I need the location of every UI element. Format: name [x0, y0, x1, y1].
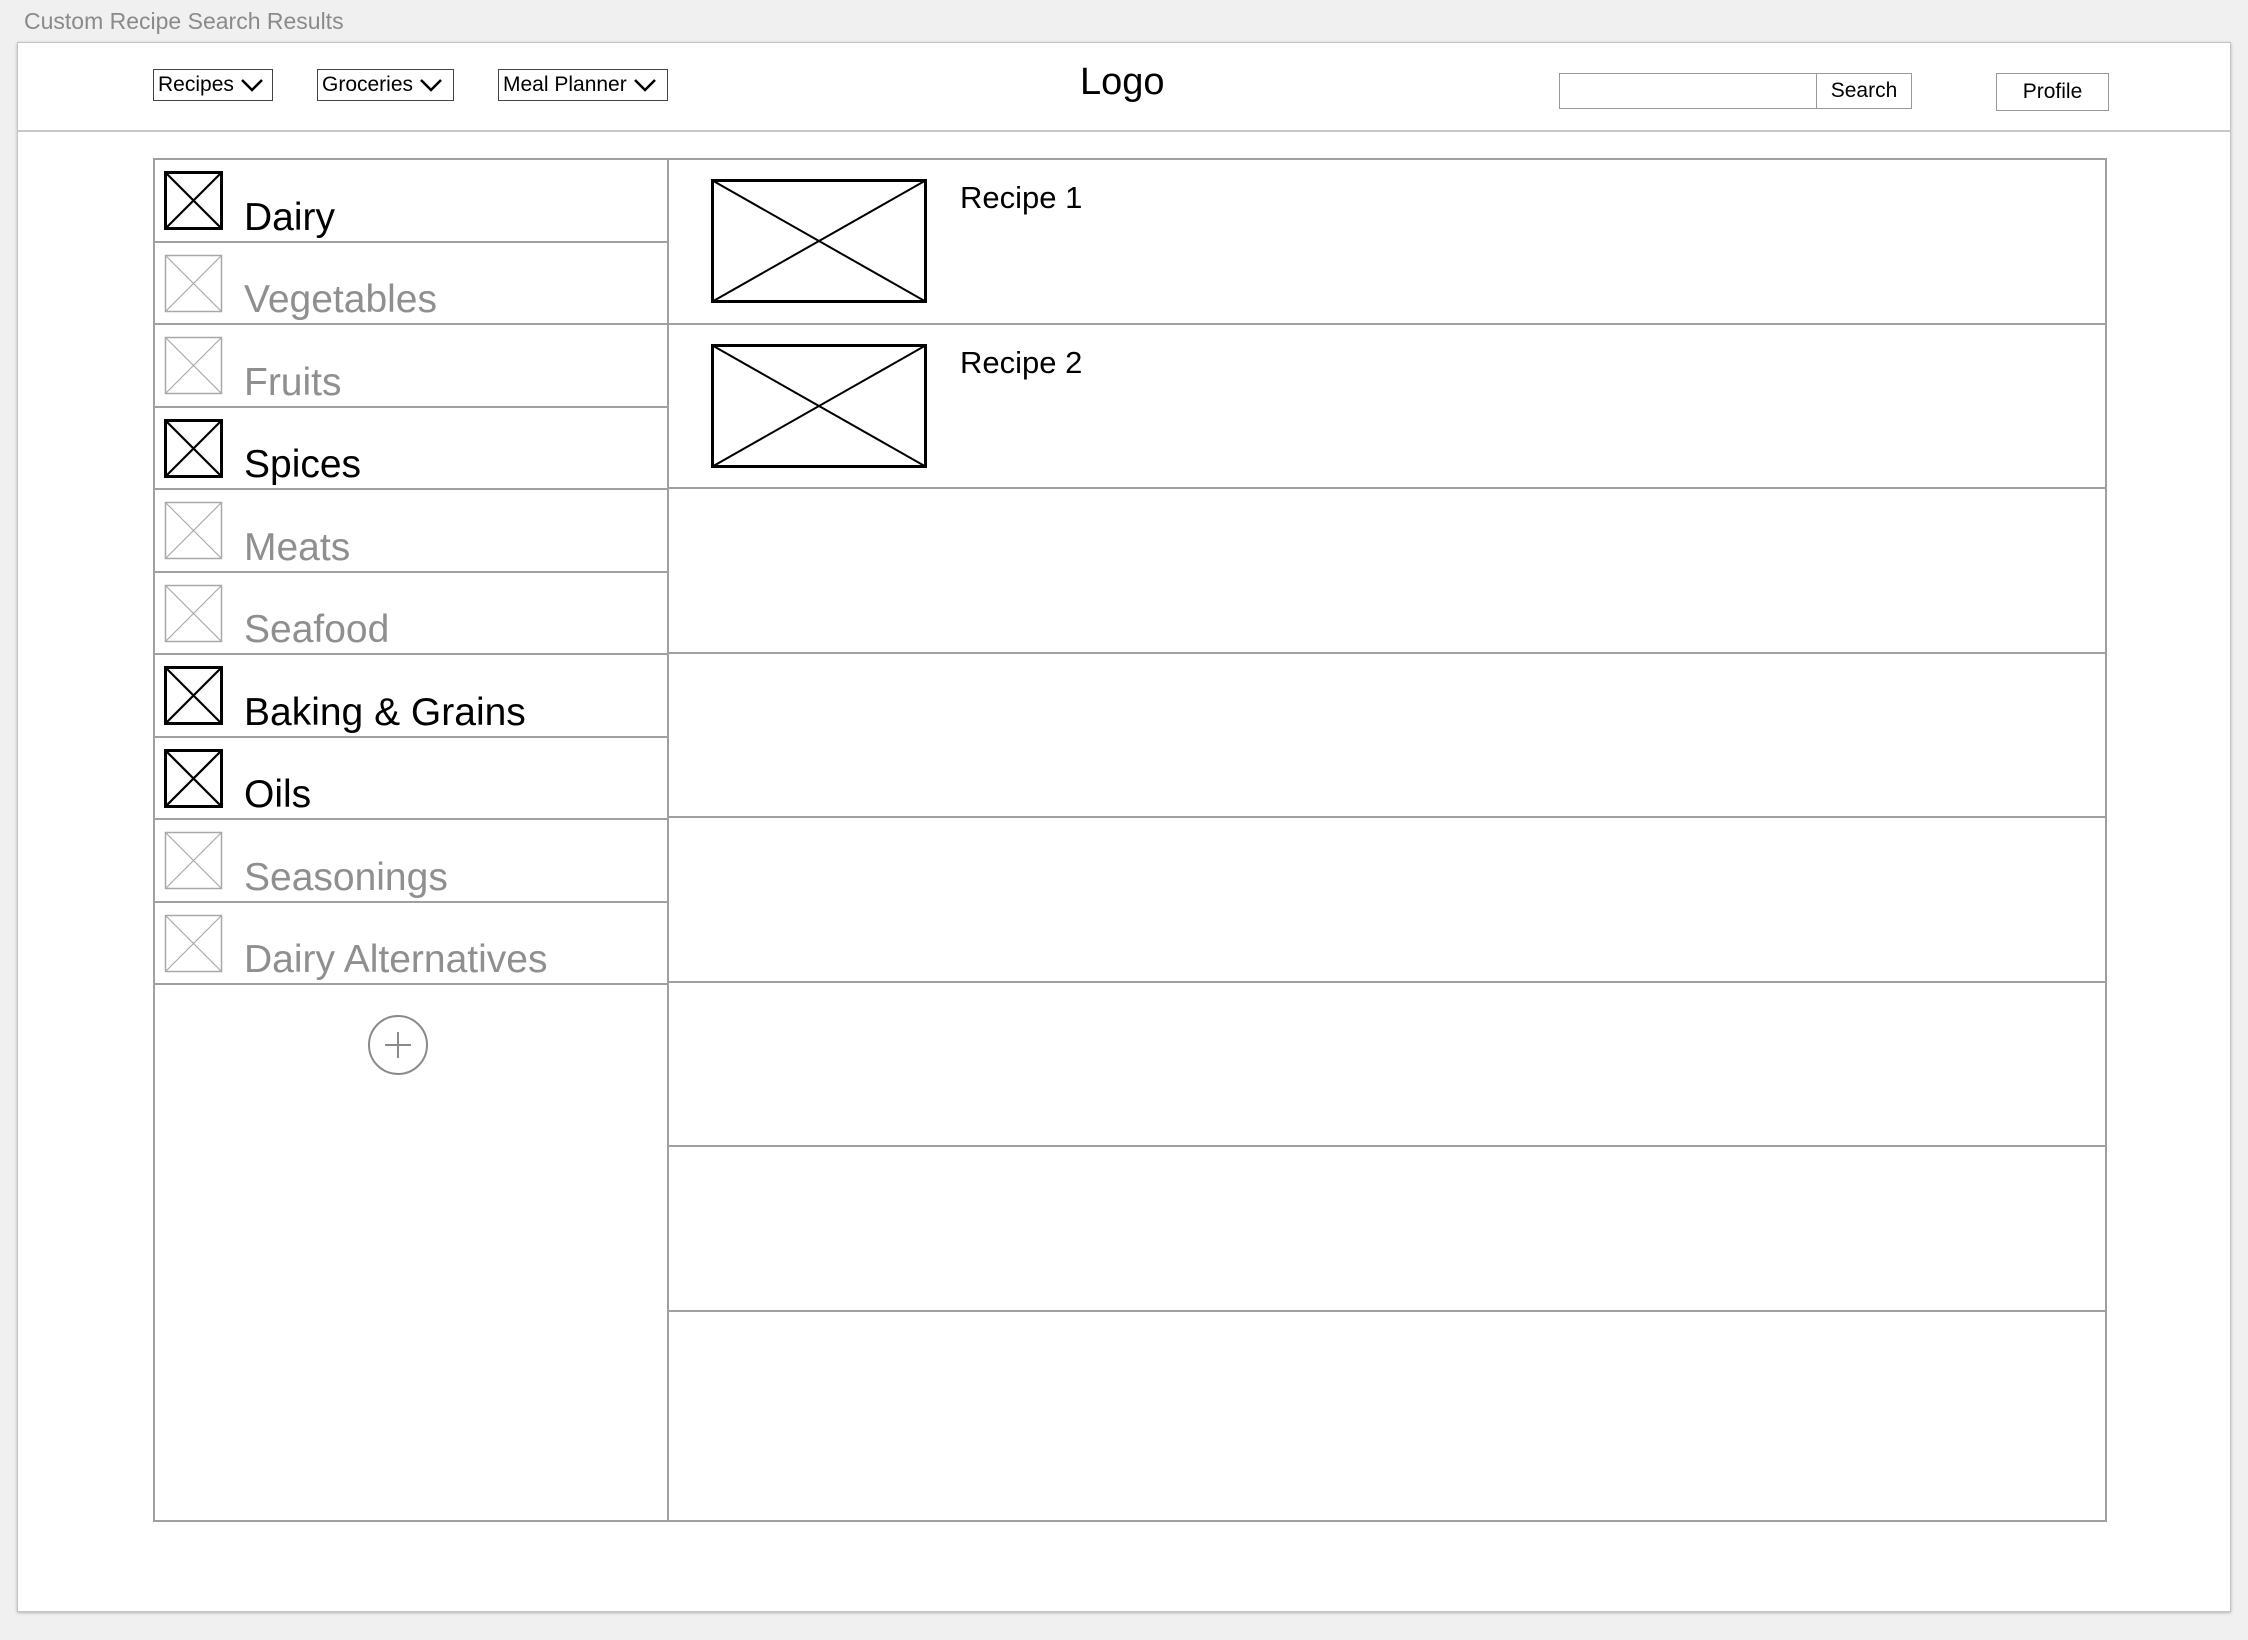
- category-item[interactable]: Spices: [155, 408, 667, 490]
- category-label: Dairy Alternatives: [244, 938, 548, 981]
- recipe-row: [667, 489, 2105, 654]
- groceries-menu-label: Groceries: [322, 73, 414, 96]
- category-item[interactable]: Meats: [155, 490, 667, 573]
- window-title: Custom Recipe Search Results: [24, 8, 344, 34]
- image-placeholder-icon[interactable]: [711, 343, 927, 468]
- unchecked-box-icon[interactable]: [164, 501, 223, 560]
- profile-button[interactable]: Profile: [1996, 73, 2109, 111]
- recipe-row: [667, 1312, 2105, 1477]
- recipes-menu-label: Recipes: [158, 73, 234, 96]
- logo: Logo: [1080, 61, 1165, 103]
- add-category-icon[interactable]: [367, 1014, 429, 1076]
- recipe-title[interactable]: Recipe 2: [960, 345, 1082, 381]
- image-placeholder-icon[interactable]: [711, 179, 927, 303]
- recipe-row: [667, 654, 2105, 818]
- search-input[interactable]: [1559, 73, 1817, 109]
- category-item[interactable]: Vegetables: [155, 243, 667, 325]
- category-label: Dairy: [244, 195, 336, 239]
- checked-box-icon[interactable]: [164, 666, 223, 725]
- groceries-menu[interactable]: Groceries: [317, 69, 454, 101]
- recipe-row: [667, 1147, 2105, 1312]
- checked-box-icon[interactable]: [164, 171, 223, 230]
- recipe-row: [667, 983, 2105, 1147]
- chevron-down-icon: [240, 79, 263, 92]
- category-item[interactable]: Seasonings: [155, 820, 667, 903]
- recipe-results-list: Recipe 1 Recipe 2: [667, 160, 2105, 1520]
- unchecked-box-icon[interactable]: [164, 336, 223, 395]
- category-item[interactable]: Dairy Alternatives: [155, 903, 667, 985]
- unchecked-box-icon[interactable]: [164, 254, 223, 313]
- recipe-title[interactable]: Recipe 1: [960, 180, 1082, 216]
- recipes-menu[interactable]: Recipes: [153, 69, 273, 101]
- chevron-down-icon: [633, 79, 656, 92]
- unchecked-box-icon[interactable]: [164, 584, 223, 643]
- main-content: Dairy Vegetables Fruits Spices Meats Seafood B…: [153, 158, 2107, 1522]
- category-label: Spices: [244, 443, 362, 486]
- recipe-row[interactable]: Recipe 2: [667, 325, 2105, 489]
- recipe-row: [667, 818, 2105, 983]
- category-label: Vegetables: [244, 278, 438, 321]
- app-frame: Recipes Groceries Meal Planner Logo Sear…: [17, 42, 2231, 1612]
- meal-planner-menu[interactable]: Meal Planner: [498, 69, 668, 101]
- checked-box-icon[interactable]: [164, 748, 223, 808]
- recipe-row[interactable]: Recipe 1: [667, 160, 2105, 325]
- category-label: Seafood: [244, 608, 390, 651]
- search-button[interactable]: Search: [1816, 73, 1912, 109]
- category-label: Fruits: [244, 360, 342, 404]
- category-item[interactable]: Fruits: [155, 325, 667, 408]
- category-item[interactable]: Baking & Grains: [155, 655, 667, 738]
- category-item[interactable]: Seafood: [155, 573, 667, 655]
- category-item[interactable]: Dairy: [155, 160, 667, 243]
- category-label: Oils: [244, 773, 312, 816]
- meal-planner-menu-label: Meal Planner: [503, 73, 627, 96]
- unchecked-box-icon[interactable]: [164, 914, 223, 973]
- chevron-down-icon: [420, 79, 442, 92]
- category-list: Dairy Vegetables Fruits Spices Meats Seafood B…: [155, 160, 667, 985]
- unchecked-box-icon[interactable]: [164, 831, 223, 890]
- header: Recipes Groceries Meal Planner Logo Sear…: [18, 43, 2230, 132]
- category-label: Seasonings: [244, 855, 448, 899]
- category-filter-panel: Dairy Vegetables Fruits Spices Meats Seafood B…: [155, 160, 669, 1520]
- category-label: Baking & Grains: [244, 690, 526, 734]
- category-label: Meats: [244, 525, 351, 569]
- checked-box-icon[interactable]: [164, 418, 223, 478]
- category-item[interactable]: Oils: [155, 738, 667, 820]
